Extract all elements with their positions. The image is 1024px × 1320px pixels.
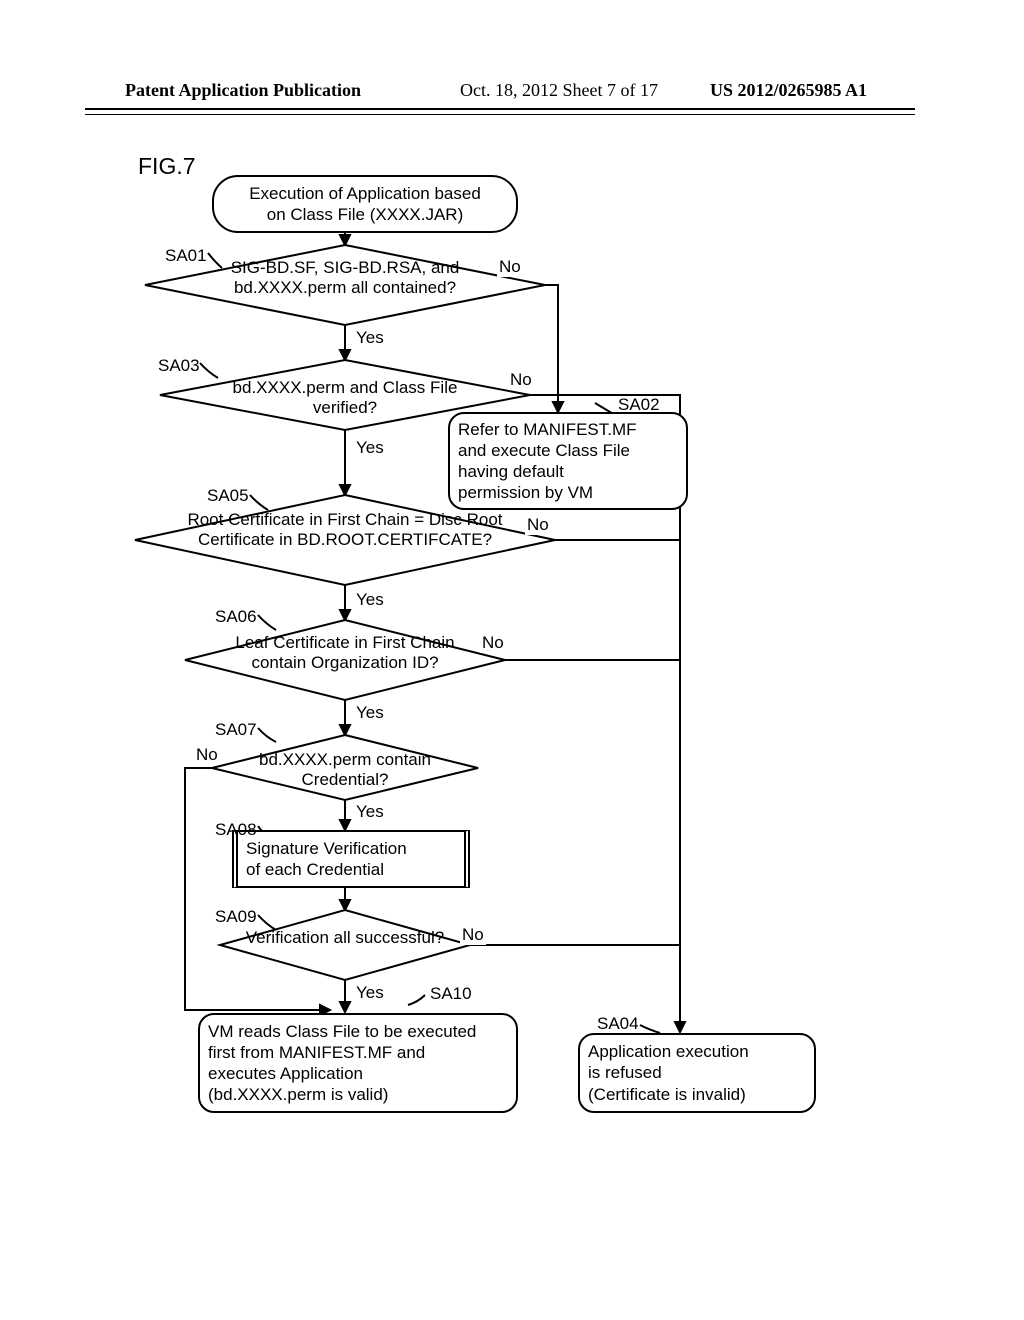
sa06-no: No — [480, 633, 506, 653]
sa07-no: No — [194, 745, 220, 765]
sa10-box: VM reads Class File to be executed first… — [198, 1013, 518, 1113]
sa09-no: No — [460, 925, 486, 945]
sa10-label: SA10 — [430, 984, 472, 1004]
sa04-label: SA04 — [597, 1014, 639, 1034]
sa01-no: No — [497, 257, 523, 277]
figure-label: FIG.7 — [138, 153, 196, 180]
sa06-yes: Yes — [354, 703, 386, 723]
header-left: Patent Application Publication — [125, 80, 361, 101]
sa03-yes: Yes — [354, 438, 386, 458]
sa05-no: No — [525, 515, 551, 535]
sa09-yes: Yes — [354, 983, 386, 1003]
sa05-label: SA05 — [207, 486, 249, 506]
sa01-text: SIG-BD.SF, SIG-BD.RSA, and bd.XXXX.perm … — [215, 258, 475, 299]
sa06-text: Leaf Certificate in First Chain contain … — [215, 633, 475, 674]
sa07-text: bd.XXXX.perm contain Credential? — [215, 750, 475, 791]
sa02-label: SA02 — [618, 395, 660, 415]
start-terminator: Execution of Application based on Class … — [212, 175, 518, 233]
sa01-yes: Yes — [354, 328, 386, 348]
sa04-box: Application execution is refused (Certif… — [578, 1033, 816, 1113]
sa02-box: Refer to MANIFEST.MF and execute Class F… — [448, 412, 688, 510]
sa03-label: SA03 — [158, 356, 200, 376]
header-mid: Oct. 18, 2012 Sheet 7 of 17 — [460, 80, 658, 101]
sa09-label: SA09 — [215, 907, 257, 927]
header-rule-2 — [85, 114, 915, 115]
sa03-no: No — [508, 370, 534, 390]
sa05-yes: Yes — [354, 590, 386, 610]
sa05-text: Root Certificate in First Chain = Disc R… — [185, 510, 505, 551]
header-right: US 2012/0265985 A1 — [710, 80, 867, 101]
sa09-text: Verification all successful? — [215, 928, 475, 948]
sa07-label: SA07 — [215, 720, 257, 740]
page-container: Patent Application Publication Oct. 18, … — [0, 0, 1024, 1320]
sa06-label: SA06 — [215, 607, 257, 627]
header-rule-1 — [85, 108, 915, 110]
sa01-label: SA01 — [165, 246, 207, 266]
sa07-yes: Yes — [354, 802, 386, 822]
sa08-label: SA08 — [215, 820, 257, 840]
sa03-text: bd.XXXX.perm and Class File verified? — [215, 378, 475, 419]
sa08-box: Signature Verification of each Credentia… — [232, 830, 470, 888]
